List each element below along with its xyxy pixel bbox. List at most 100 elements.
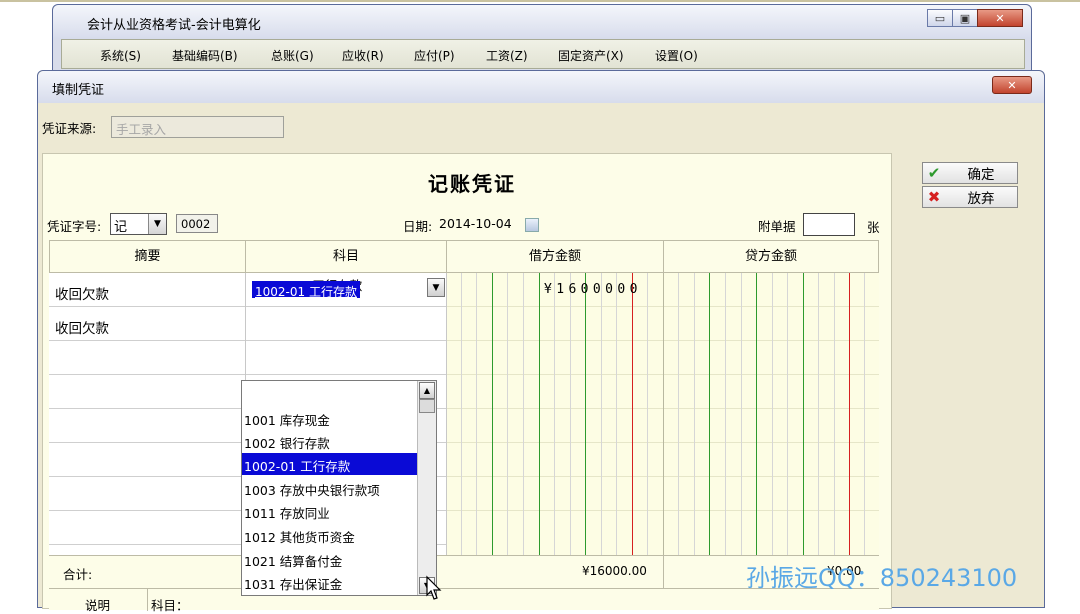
table-row[interactable] xyxy=(49,341,446,375)
source-label: 凭证来源: xyxy=(42,121,97,136)
check-icon: ✔ xyxy=(927,164,941,182)
date-label: 日期: xyxy=(403,219,433,234)
dropdown-scrollbar[interactable]: ▲ ▼ xyxy=(417,381,436,595)
dropdown-item[interactable]: 1003 存放中央银行款项 xyxy=(242,477,417,499)
menu-receivable[interactable]: 应收(R) xyxy=(342,47,384,64)
grid-line xyxy=(864,273,865,555)
grid-line xyxy=(694,273,695,555)
dropdown-item[interactable]: 1011 存放同业 xyxy=(242,500,417,522)
menu-fixed-assets[interactable]: 固定资产(X) xyxy=(558,47,624,64)
attachment-unit: 张 xyxy=(867,220,880,235)
confirm-button[interactable]: ✔ 确定 xyxy=(922,162,1018,184)
discard-button[interactable]: ✖ 放弃 xyxy=(922,186,1018,208)
grid-line xyxy=(818,273,819,555)
dialog-title: 填制凭证 xyxy=(52,83,105,98)
dropdown-item[interactable]: 1031 存出保证金 xyxy=(242,571,417,593)
subject-selected-value[interactable]: 1002-01 工行存款 xyxy=(252,281,360,299)
desktop-edge xyxy=(0,0,1080,2)
voucher-number: 0002 xyxy=(176,214,218,233)
grid-line xyxy=(709,273,710,555)
voucher-word-value: 记 xyxy=(114,220,128,235)
chevron-down-icon[interactable]: ▼ xyxy=(148,214,166,234)
cross-icon: ✖ xyxy=(927,188,941,206)
desktop: 会计从业资格考试-会计电算化 ▭ ▣ ✕ 系统(S) 基础编码(B) 总账(G)… xyxy=(0,0,1080,613)
attachment-label: 附单据 xyxy=(758,219,796,234)
date-value[interactable]: 2014-10-04 xyxy=(439,216,512,231)
subject-select[interactable]: 1002-01 工行存款 xyxy=(252,281,442,301)
window-controls: ▭ ▣ ✕ xyxy=(927,9,1023,27)
grid-line xyxy=(554,273,555,555)
total-debit: ¥16000.00 xyxy=(582,564,647,578)
voucher-panel: 记账凭证 凭证字号: 记 ▼ 0002 日期: 2014-10-04 附单据 张… xyxy=(42,153,892,613)
grid-line xyxy=(647,273,648,555)
voucher-word-select[interactable]: 记 ▼ xyxy=(110,213,167,235)
voucher-table: 摘要 科目 借方金额 贷方金额 收回欠款 1002-01 工行存款 收回欠款 xyxy=(49,240,879,613)
row-summary[interactable]: 收回欠款 xyxy=(55,317,109,337)
menu-salary[interactable]: 工资(Z) xyxy=(486,47,528,64)
header-credit: 贷方金额 xyxy=(663,240,879,273)
confirm-label: 确定 xyxy=(967,167,995,183)
menu-bar: 系统(S) 基础编码(B) 总账(G) 应收(R) 应付(P) 工资(Z) 固定… xyxy=(61,39,1025,69)
grid-line xyxy=(849,273,850,555)
grid-line xyxy=(756,273,757,555)
dropdown-item[interactable]: 1012 其他货币资金 xyxy=(242,524,417,546)
grid-line xyxy=(616,273,617,555)
grid-line xyxy=(523,273,524,555)
menu-general-ledger[interactable]: 总账(G) xyxy=(271,47,314,64)
dialog-title-bar: 填制凭证 ✕ xyxy=(38,71,1044,103)
grid-line xyxy=(601,273,602,555)
voucher-word-label: 凭证字号: xyxy=(47,219,102,234)
main-title-bar: 会计从业资格考试-会计电算化 ▭ ▣ ✕ xyxy=(53,5,1031,39)
header-summary: 摘要 xyxy=(49,240,246,273)
grid-line xyxy=(492,273,493,555)
subject-dropdown-list[interactable]: 1001 库存现金 1002 银行存款 1002-01 工行存款 1003 存放… xyxy=(241,380,437,596)
grid-line xyxy=(787,273,788,555)
grid-line xyxy=(663,273,664,555)
discard-label: 放弃 xyxy=(967,191,995,207)
amount-grid[interactable]: ¥1600000 xyxy=(446,273,879,555)
calendar-icon[interactable] xyxy=(525,218,539,232)
note-label: 说明 xyxy=(85,598,111,613)
attachment-count-input[interactable] xyxy=(803,213,855,236)
dropdown-item-selected[interactable]: 1002-01 工行存款 xyxy=(242,453,417,475)
menu-system[interactable]: 系统(S) xyxy=(100,47,141,64)
dialog-close-button[interactable]: ✕ xyxy=(992,76,1032,94)
header-debit: 借方金额 xyxy=(446,240,664,273)
grid-line xyxy=(632,273,633,555)
watermark-text: 孙振远QQ：850243100 xyxy=(746,564,1018,592)
dropdown-item[interactable]: 1001 库存现金 xyxy=(242,407,417,429)
header-subject: 科目 xyxy=(245,240,447,273)
grid-line xyxy=(585,273,586,555)
voucher-title: 记账凭证 xyxy=(428,172,516,196)
grid-line xyxy=(834,273,835,555)
grid-line xyxy=(476,273,477,555)
minimize-button[interactable]: ▭ xyxy=(927,9,953,27)
menu-settings[interactable]: 设置(O) xyxy=(655,47,698,64)
source-field: 手工录入 xyxy=(111,116,284,138)
chevron-down-icon[interactable]: ▼ xyxy=(427,278,445,297)
close-button[interactable]: ✕ xyxy=(977,9,1023,27)
grid-line xyxy=(461,273,462,555)
grid-line xyxy=(446,273,447,555)
grid-line xyxy=(507,273,508,555)
voucher-dialog: 填制凭证 ✕ 凭证来源: 手工录入 记账凭证 凭证字号: 记 ▼ 0002 日期… xyxy=(37,70,1045,613)
maximize-button[interactable]: ▣ xyxy=(952,9,978,27)
grid-line xyxy=(725,273,726,555)
menu-basic-coding[interactable]: 基础编码(B) xyxy=(172,47,238,64)
grid-line xyxy=(570,273,571,555)
dropdown-item[interactable]: 1002 银行存款 xyxy=(242,430,417,452)
main-window-title: 会计从业资格考试-会计电算化 xyxy=(87,18,261,33)
note-subject-label: 科目： xyxy=(151,598,189,613)
scroll-thumb[interactable] xyxy=(419,399,435,413)
grid-line xyxy=(803,273,804,555)
grid-line xyxy=(539,273,540,555)
row-summary[interactable]: 收回欠款 xyxy=(55,283,109,303)
table-row[interactable]: 收回欠款 xyxy=(49,307,446,341)
menu-payable[interactable]: 应付(P) xyxy=(414,47,455,64)
grid-line xyxy=(741,273,742,555)
grid-line xyxy=(678,273,679,555)
grid-line xyxy=(772,273,773,555)
total-label: 合计: xyxy=(63,567,93,582)
dropdown-item[interactable]: 1021 结算备付金 xyxy=(242,548,417,570)
scroll-up-icon[interactable]: ▲ xyxy=(419,382,435,399)
